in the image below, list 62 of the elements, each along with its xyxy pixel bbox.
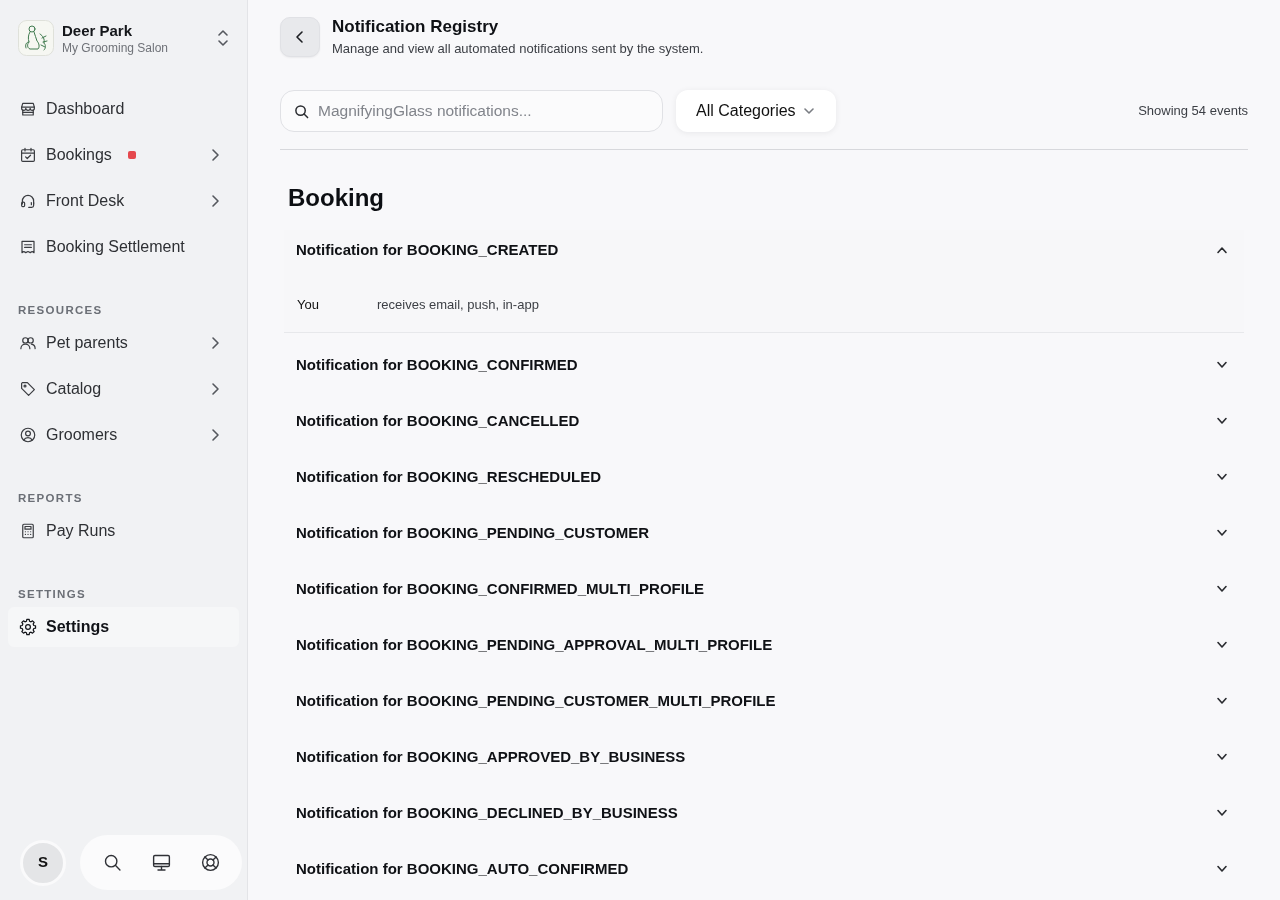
notification-header[interactable]: Notification for BOOKING_AUTO_CONFIRMED [284, 841, 1244, 897]
chevron-down-icon [1216, 529, 1228, 537]
notification-header[interactable]: Notification for BOOKING_PENDING_CUSTOMER [284, 505, 1244, 561]
search-icon [294, 103, 309, 119]
chevron-down-icon [1216, 641, 1228, 649]
event-count: Showing 54 events [1138, 102, 1248, 121]
recipient-name: You [297, 296, 320, 315]
nav-item[interactable]: Booking Settlement [8, 227, 239, 267]
chevron-down-icon [1216, 473, 1228, 481]
chevron-down-icon [1216, 361, 1228, 369]
notification-header[interactable]: Notification for BOOKING_PENDING_APPROVAL_MULTI_PROFILE [284, 617, 1244, 673]
notification-header[interactable]: Notification for BOOKING_PENDING_CUSTOMER_MULTI_PROFILE [284, 673, 1244, 729]
receipt-icon [19, 238, 37, 256]
chevron-up-down-icon [217, 29, 229, 47]
calendar-check-icon [19, 146, 37, 164]
notification-header[interactable]: Notification for BOOKING_RESCHEDULED [284, 449, 1244, 505]
chevron-down-icon [1216, 865, 1228, 873]
nav-item[interactable]: Pet parents [8, 323, 239, 363]
notification-header[interactable]: Notification for BOOKING_CONFIRMED [284, 337, 1244, 393]
nav-item[interactable]: Pay Runs [8, 511, 239, 551]
nav-item[interactable]: Dashboard [8, 89, 239, 129]
nav-item[interactable]: Catalog [8, 369, 239, 409]
business-subtitle: My Grooming Salon [62, 39, 169, 56]
lifebuoy-icon [199, 852, 221, 873]
nav-item[interactable]: Settings [8, 607, 239, 647]
people-icon [19, 334, 37, 352]
group-heading: Booking [288, 183, 385, 213]
calculator-icon [19, 522, 37, 540]
nav-item[interactable]: Front Desk [8, 181, 239, 221]
chevron-down-icon [1216, 417, 1228, 425]
nav-item[interactable]: Bookings [8, 135, 239, 175]
gear-icon [19, 618, 37, 636]
page-title: Notification Registry [332, 16, 500, 38]
nav-item[interactable]: Groomers [8, 415, 239, 455]
store-icon [19, 100, 37, 118]
business-name: Deer Park [62, 20, 134, 40]
chevron-down-icon [1216, 697, 1228, 705]
section-label: SETTINGS [18, 587, 86, 602]
notification-header[interactable]: Notification for BOOKING_CONFIRMED_MULTI_PROFILE [284, 561, 1244, 617]
page-subtitle: Manage and view all automated notifications sent by the system. [332, 40, 704, 57]
back-button[interactable] [280, 16, 320, 57]
chevron-left-icon [294, 29, 306, 44]
notification-header[interactable]: Notification for BOOKING_CANCELLED [284, 393, 1244, 449]
notification-header[interactable]: Notification for BOOKING_APPROVED_BY_BUSINESS [284, 729, 1244, 785]
chevron-down-icon [1216, 585, 1228, 593]
caret-down-icon [803, 107, 814, 115]
recipient-channels: receives email, push, in-app [377, 296, 539, 315]
category-dropdown[interactable]: All Categories [676, 90, 836, 132]
section-label: RESOURCES [18, 303, 103, 318]
notification-header[interactable]: Notification for BOOKING_DECLINED_BY_BUSINESS [284, 785, 1244, 841]
user-circle-icon [19, 426, 37, 444]
monitor-icon [150, 852, 172, 873]
notification-header[interactable]: Notification for BOOKING_CREATED [284, 230, 1244, 270]
headset-icon [19, 192, 37, 210]
section-label: REPORTS [18, 491, 83, 506]
search-field[interactable]: MagnifyingGlass notifications... [280, 90, 663, 132]
logo-icon [18, 20, 54, 56]
chevron-up-icon [1216, 246, 1228, 254]
tag-icon [19, 380, 37, 398]
chevron-down-icon [1216, 809, 1228, 817]
chevron-down-icon [1216, 753, 1228, 761]
user-avatar: S [20, 839, 66, 886]
